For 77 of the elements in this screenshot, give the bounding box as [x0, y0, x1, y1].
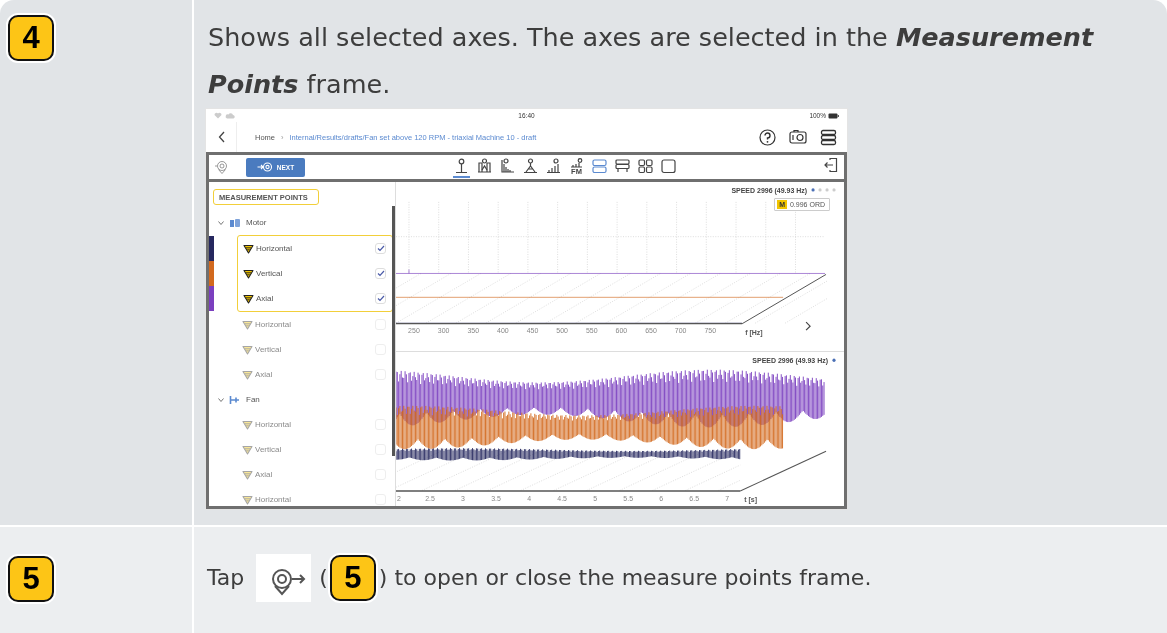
sensor-icon	[242, 369, 253, 380]
chart-type-button[interactable]	[453, 156, 470, 178]
scrollbar[interactable]	[392, 206, 395, 456]
number-badge: 5	[329, 555, 376, 601]
single-icon	[660, 158, 677, 174]
heart-icon	[214, 112, 222, 119]
number-badge: 5	[8, 556, 54, 602]
sensor-icon	[242, 419, 253, 430]
waterfall-icon	[522, 158, 539, 174]
sensor-icon	[242, 344, 253, 355]
axis-label: t [s]	[744, 495, 758, 504]
tree-item[interactable]: Vertical	[256, 269, 283, 278]
pin-icon	[453, 158, 470, 174]
chevron-down-icon[interactable]	[217, 218, 225, 227]
sensor-icon	[243, 293, 254, 304]
instruction-text: (	[319, 564, 328, 592]
instruction-text: ) to open or close the measure points frame.	[378, 564, 872, 592]
back-icon[interactable]	[218, 131, 226, 143]
page-dot[interactable]	[818, 188, 822, 192]
spectrum-icon	[499, 158, 516, 174]
sensor-icon	[243, 243, 254, 254]
exit-icon[interactable]	[824, 157, 838, 173]
shaft-icon	[229, 394, 241, 405]
description-text: Shows all selected axes. The axes are selected in the Measurement Points frame.	[208, 21, 1095, 101]
tree-item[interactable]: Axial	[256, 294, 274, 303]
checkbox[interactable]	[375, 268, 386, 279]
axis-tick-label: 4	[527, 494, 532, 503]
tree-item[interactable]: Horizontal	[256, 244, 292, 253]
split-icon	[591, 158, 608, 174]
axis-tick-label: 2	[397, 494, 401, 503]
grid-icon	[637, 158, 654, 174]
sensor-icon	[243, 268, 254, 279]
help-icon[interactable]	[759, 128, 776, 146]
page-dot[interactable]	[832, 358, 836, 362]
axis-tick-label: 5.5	[623, 494, 634, 503]
instruction-text: Tap	[207, 564, 245, 592]
page-dot[interactable]	[811, 188, 815, 192]
tree-item[interactable]: Horizontal	[255, 320, 291, 329]
chevron-down-icon[interactable]	[217, 395, 225, 404]
tree-item[interactable]: Vertical	[255, 445, 282, 454]
rows-icon	[614, 158, 631, 174]
axis-tick-label: 6	[659, 494, 664, 503]
tree-item[interactable]: Vertical	[255, 345, 282, 354]
tree-item[interactable]: Horizontal	[255, 420, 291, 429]
motor-icon	[229, 217, 241, 228]
axis-tick-label: 3	[461, 494, 465, 503]
page-dot[interactable]	[825, 188, 829, 192]
arrow-target-icon	[256, 162, 273, 172]
camera-settings-icon[interactable]	[789, 128, 807, 146]
cloud-icon	[225, 112, 235, 119]
chevron-right-icon[interactable]	[805, 321, 811, 331]
page-dot[interactable]	[832, 188, 836, 192]
number-badge: 4	[8, 15, 54, 61]
tree-item[interactable]: Axial	[255, 470, 273, 479]
axis-tick-label: 3.5	[491, 494, 501, 503]
speed-label: SPEED 2996 (49.93 Hz)	[752, 357, 829, 366]
tree-item[interactable]: Fan	[246, 395, 260, 404]
tree-item[interactable]: Axial	[255, 370, 273, 379]
bars-icon	[545, 158, 562, 174]
sensor-icon	[242, 494, 253, 505]
peaks-icon	[476, 158, 493, 174]
checkbox[interactable]	[375, 494, 386, 505]
tree-item[interactable]: Horizontal	[255, 495, 291, 504]
axis-tick-label: 5	[593, 494, 598, 503]
sensor-icon	[242, 444, 253, 455]
axis-tick-label: 6.5	[689, 494, 700, 503]
checkbox[interactable]	[375, 243, 386, 254]
axis-tick-label: 2.5	[425, 494, 435, 503]
battery-icon	[828, 112, 839, 119]
axis-tick-label: 4.5	[557, 494, 567, 503]
menu-icon[interactable]	[820, 128, 837, 146]
tree-item[interactable]: Motor	[246, 218, 267, 227]
fm-icon	[568, 157, 585, 168]
sensor-icon	[242, 319, 253, 330]
axis-tick-label: 7	[725, 494, 730, 503]
checkbox[interactable]	[375, 293, 386, 304]
sensor-icon	[242, 469, 253, 480]
